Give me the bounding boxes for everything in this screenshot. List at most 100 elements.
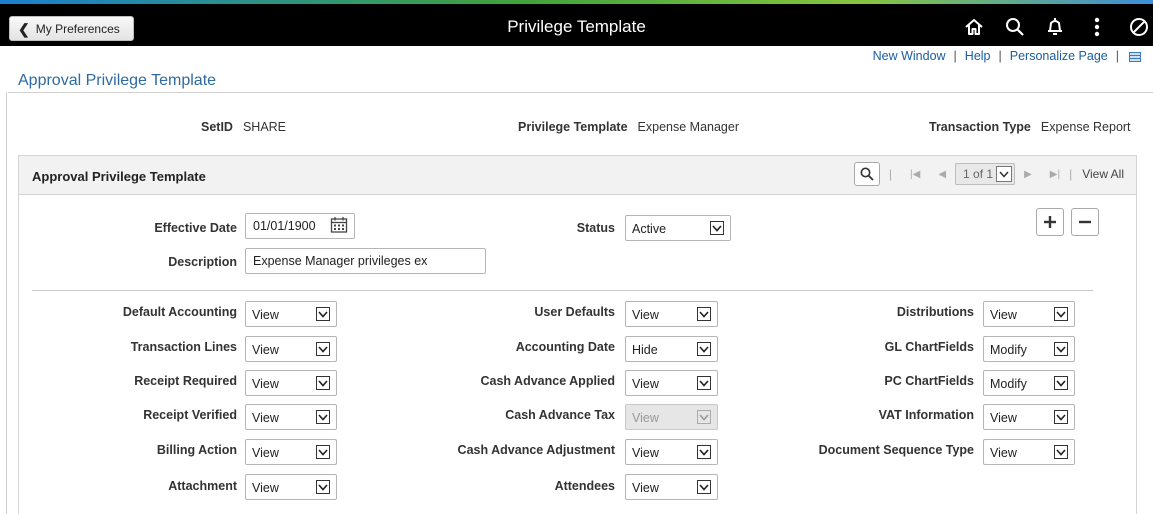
page-links: New Window | Help | Personalize Page | bbox=[873, 49, 1141, 63]
attachment-select[interactable]: View bbox=[245, 474, 337, 500]
effective-date-value: 01/01/1900 bbox=[253, 219, 316, 233]
select-value: View bbox=[252, 343, 279, 357]
chevron-down-icon bbox=[1054, 307, 1068, 321]
notification-bell-icon[interactable] bbox=[1043, 14, 1067, 40]
status-label: Status bbox=[576, 221, 615, 235]
privilege-label: VAT Information bbox=[878, 408, 974, 422]
cash-advance-adjustment-select[interactable]: View bbox=[625, 439, 718, 465]
select-value: Hide bbox=[632, 343, 658, 357]
select-value: View bbox=[632, 481, 659, 495]
link-separator: | bbox=[953, 49, 957, 63]
chevron-down-icon bbox=[697, 480, 711, 494]
pager-text: 1 of 1 bbox=[963, 167, 994, 181]
distributions-select[interactable]: View bbox=[983, 301, 1075, 327]
privilege-label: Attachment bbox=[168, 479, 237, 493]
page-title: Approval Privilege Template bbox=[18, 72, 217, 89]
select-value: View bbox=[632, 446, 659, 460]
first-row-icon[interactable]: |◀ bbox=[910, 169, 920, 180]
description-input[interactable]: Expense Manager privileges ex bbox=[245, 248, 486, 274]
chevron-down-icon bbox=[996, 166, 1013, 182]
transaction-type-label: Transaction Type bbox=[929, 120, 1031, 134]
select-value: View bbox=[252, 308, 279, 322]
privilege-label: Receipt Verified bbox=[143, 408, 237, 422]
receipt-verified-select[interactable]: View bbox=[245, 404, 337, 430]
billing-action-select[interactable]: View bbox=[245, 439, 337, 465]
vat-information-select[interactable]: View bbox=[983, 404, 1075, 430]
attendees-select[interactable]: View bbox=[625, 474, 718, 500]
select-value: View bbox=[990, 411, 1017, 425]
description-value: Expense Manager privileges ex bbox=[253, 254, 428, 268]
pc-chartfields-select[interactable]: Modify bbox=[983, 370, 1075, 396]
gl-chartfields-select[interactable]: Modify bbox=[983, 336, 1075, 362]
chevron-down-icon bbox=[316, 480, 330, 494]
chevron-down-icon bbox=[316, 445, 330, 459]
select-value: View bbox=[252, 377, 279, 391]
chevron-down-icon bbox=[697, 376, 711, 390]
more-actions-icon[interactable] bbox=[1085, 14, 1109, 40]
grid-search-button[interactable] bbox=[853, 162, 880, 186]
personalize-page-link[interactable]: Personalize Page bbox=[1010, 49, 1108, 63]
setid-field: SetID SHARE bbox=[201, 120, 286, 134]
next-row-icon[interactable]: ▶ bbox=[1024, 169, 1032, 180]
description-label: Description bbox=[168, 255, 237, 269]
privilege-label: Distributions bbox=[896, 305, 974, 319]
select-value: View bbox=[252, 481, 279, 495]
chevron-down-icon bbox=[697, 342, 711, 356]
view-all-link[interactable]: View All bbox=[1082, 167, 1124, 181]
previous-row-icon[interactable]: ◀ bbox=[938, 169, 946, 180]
privilege-label: Document Sequence Type bbox=[818, 443, 974, 457]
chevron-down-icon bbox=[316, 342, 330, 356]
privilege-label: User Defaults bbox=[534, 305, 615, 319]
setid-label: SetID bbox=[201, 120, 233, 134]
last-row-icon[interactable]: ▶| bbox=[1050, 169, 1060, 180]
chevron-down-icon bbox=[697, 410, 711, 424]
table-icon[interactable] bbox=[1129, 51, 1141, 62]
default-accounting-select[interactable]: View bbox=[245, 301, 337, 327]
receipt-required-select[interactable]: View bbox=[245, 370, 337, 396]
status-select[interactable]: Active bbox=[625, 215, 731, 241]
setid-value: SHARE bbox=[242, 120, 287, 134]
select-value: View bbox=[632, 308, 659, 322]
minus-icon bbox=[1079, 220, 1091, 224]
status-value: Active bbox=[632, 222, 667, 236]
privilege-template-label: Privilege Template bbox=[518, 120, 628, 134]
search-icon[interactable] bbox=[1003, 14, 1027, 40]
select-value: View bbox=[252, 446, 279, 460]
chevron-down-icon bbox=[316, 376, 330, 390]
transaction-lines-select[interactable]: View bbox=[245, 336, 337, 362]
approval-privilege-grid: Approval Privilege Template | |◀ ◀ 1 of … bbox=[18, 155, 1137, 514]
privilege-label: Cash Advance Tax bbox=[505, 408, 615, 422]
user-defaults-select[interactable]: View bbox=[625, 301, 718, 327]
left-border bbox=[6, 92, 7, 514]
cash-advance-applied-select[interactable]: View bbox=[625, 370, 718, 396]
privilege-label: Billing Action bbox=[156, 443, 237, 457]
grid-navigation: | |◀ ◀ 1 of 1 ▶ ▶| | View All bbox=[853, 162, 1124, 186]
select-value: View bbox=[990, 308, 1017, 322]
grid-header: Approval Privilege Template | |◀ ◀ 1 of … bbox=[19, 156, 1136, 195]
document-sequence-type-select[interactable]: View bbox=[983, 439, 1075, 465]
privilege-label: PC ChartFields bbox=[884, 374, 974, 388]
calendar-icon[interactable] bbox=[330, 216, 348, 234]
chevron-down-icon bbox=[1054, 342, 1068, 356]
help-link[interactable]: Help bbox=[965, 49, 991, 63]
chevron-down-icon bbox=[316, 410, 330, 424]
home-icon[interactable] bbox=[962, 14, 986, 40]
new-window-link[interactable]: New Window bbox=[873, 49, 946, 63]
nav-separator: | bbox=[888, 167, 893, 181]
plus-icon bbox=[1044, 216, 1056, 228]
delete-row-button[interactable] bbox=[1071, 208, 1099, 236]
link-separator: | bbox=[998, 49, 1002, 63]
chevron-down-icon bbox=[1054, 445, 1068, 459]
privilege-label: Transaction Lines bbox=[130, 340, 237, 354]
add-row-button[interactable] bbox=[1036, 208, 1064, 236]
page-divider bbox=[8, 92, 1153, 93]
accounting-date-select[interactable]: Hide bbox=[625, 336, 718, 362]
link-separator: | bbox=[1115, 49, 1119, 63]
privilege-label: Cash Advance Adjustment bbox=[457, 443, 615, 457]
chevron-down-icon bbox=[1054, 410, 1068, 424]
navbar-icon[interactable] bbox=[1127, 14, 1151, 40]
select-value: Modify bbox=[990, 377, 1027, 391]
privilege-template-value: Expense Manager bbox=[637, 120, 739, 134]
search-icon bbox=[860, 167, 874, 181]
row-pager-dropdown[interactable]: 1 of 1 bbox=[955, 163, 1016, 185]
